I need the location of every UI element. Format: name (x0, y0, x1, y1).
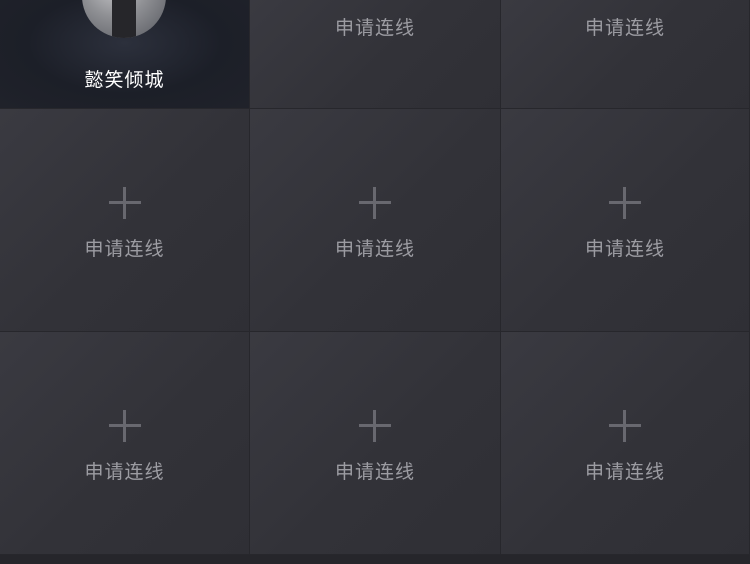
apply-connect-label: 申请连线 (334, 238, 415, 260)
plus-icon (359, 410, 391, 442)
seat-occupied-host[interactable]: 懿笑倾城 (0, 0, 250, 109)
seat-apply-6[interactable]: 申请连线 (501, 109, 750, 332)
seat-apply-2[interactable]: 申请连线 (250, 0, 501, 109)
co-host-seat-grid: 懿笑倾城 申请连线 申请连线 申请连线 申请连线 申请连线 申请连线 申请连线 … (0, 0, 750, 564)
seat-apply-4[interactable]: 申请连线 (0, 109, 250, 332)
apply-connect-label: 申请连线 (584, 238, 665, 260)
plus-icon (609, 187, 641, 219)
seat-apply-9[interactable]: 申请连线 (501, 332, 750, 555)
apply-connect-label: 申请连线 (334, 461, 415, 483)
plus-icon (108, 410, 141, 442)
seat-apply-7[interactable]: 申请连线 (0, 332, 250, 555)
seat-nickname: 懿笑倾城 (84, 69, 165, 91)
bottom-edge (0, 555, 750, 564)
apply-connect-label: 申请连线 (84, 238, 165, 260)
seat-apply-5[interactable]: 申请连线 (250, 109, 501, 332)
apply-connect-label: 申请连线 (334, 17, 415, 39)
plus-icon (609, 410, 641, 442)
avatar[interactable] (82, 0, 166, 38)
seat-apply-8[interactable]: 申请连线 (250, 332, 501, 555)
avatar-figure (112, 0, 136, 38)
apply-connect-label: 申请连线 (584, 17, 665, 39)
plus-icon (359, 187, 391, 219)
seat-apply-3[interactable]: 申请连线 (501, 0, 750, 109)
apply-connect-label: 申请连线 (584, 461, 665, 483)
apply-connect-label: 申请连线 (84, 461, 165, 483)
plus-icon (108, 187, 141, 219)
